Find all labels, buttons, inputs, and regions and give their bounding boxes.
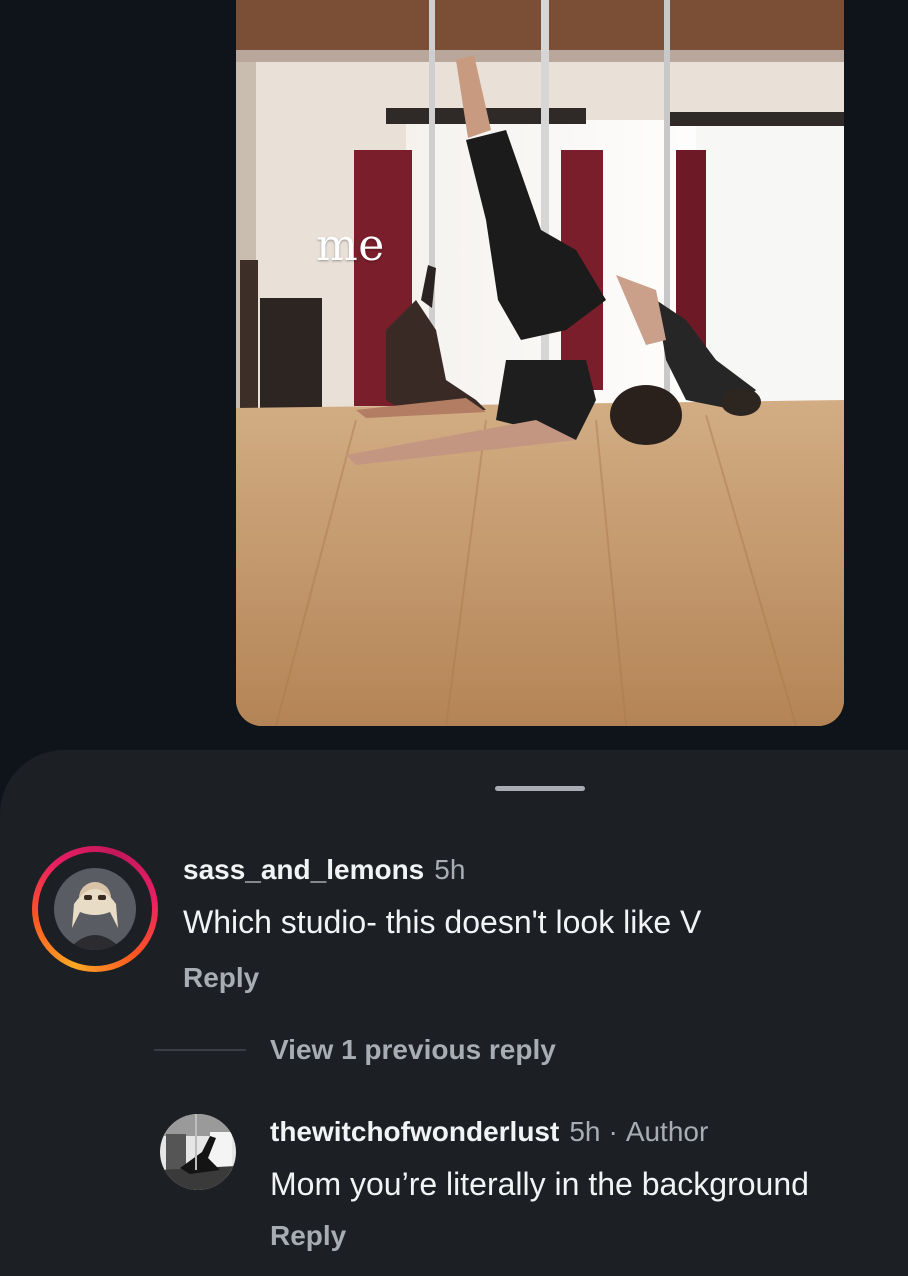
user-avatar-icon <box>54 868 136 950</box>
reply-username[interactable]: thewitchofwonderlust <box>270 1116 559 1147</box>
reply-time: 5h <box>569 1116 601 1147</box>
drag-handle-icon[interactable] <box>495 786 585 791</box>
reply-meta: thewitchofwonderlust 5h · Author <box>270 1116 708 1148</box>
meta-separator: · <box>608 1116 618 1147</box>
screen: me sass_and_lemons 5h Which studio- this … <box>0 0 908 1276</box>
reply-text: Mom you’re literally in the background <box>270 1166 809 1202</box>
image-overlay-caption: me <box>316 220 385 271</box>
view-replies[interactable]: View 1 previous reply <box>0 1032 908 1072</box>
reply-button[interactable]: Reply <box>183 962 259 994</box>
comment-username[interactable]: sass_and_lemons <box>183 854 424 885</box>
comments-sheet: sass_and_lemons 5h Which studio- this doe… <box>0 750 908 1276</box>
comment-text: Which studio- this doesn't look like V <box>183 904 702 940</box>
user-avatar-icon <box>160 1114 236 1190</box>
avatar[interactable] <box>160 1114 236 1190</box>
comment-item: sass_and_lemons 5h Which studio- this doe… <box>0 846 908 1006</box>
reply-item: thewitchofwonderlust 5h · Author Mom you’re… <box>0 1112 908 1262</box>
post-image[interactable]: me <box>236 0 844 726</box>
dance-studio-photo-icon <box>236 0 844 726</box>
reply-button[interactable]: Reply <box>270 1220 346 1252</box>
avatar[interactable] <box>54 868 136 950</box>
author-badge: Author <box>625 1116 709 1147</box>
view-replies-button[interactable]: View 1 previous reply <box>270 1034 556 1066</box>
comment-time: 5h <box>434 854 466 885</box>
thread-divider <box>154 1049 246 1051</box>
comment-meta: sass_and_lemons 5h <box>183 854 465 886</box>
